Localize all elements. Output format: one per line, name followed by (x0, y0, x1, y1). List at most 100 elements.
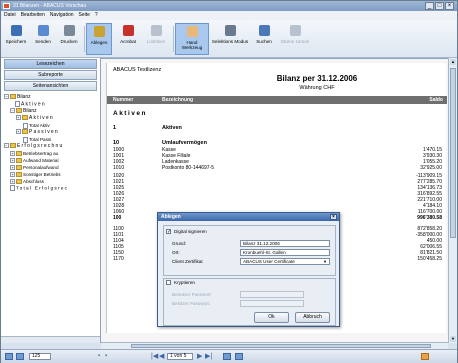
certificate-select[interactable]: ABACUS User Certificate (240, 258, 330, 265)
vertical-scrollbar[interactable]: ▲ ▼ (448, 58, 457, 343)
close-button[interactable]: × (445, 2, 454, 10)
level-back-button[interactable]: Ebene zurück (278, 23, 312, 55)
toolbar: Speichern Senden Drucken Ablegen Acrobat… (1, 20, 457, 58)
account-number: 100 (113, 215, 122, 221)
tree-node[interactable]: Total Passi (23, 136, 51, 143)
expand-icon[interactable]: + (10, 179, 15, 185)
sidebar: Lesezeichen Subreporte Seitenansichten −… (1, 58, 101, 343)
search-button[interactable]: Suchen (251, 23, 277, 55)
single-page-icon[interactable] (223, 353, 231, 360)
report-currency: Währung CHF (299, 85, 335, 91)
expand-icon[interactable]: + (10, 165, 15, 171)
tree-node[interactable]: − Erfolgsrechnu (4, 143, 63, 150)
save-icon (10, 25, 22, 36)
owner-password-label: Besitzer Passwort: (172, 301, 211, 306)
col-description: Bezeichnung (162, 97, 194, 103)
scroll-thumb[interactable] (450, 68, 456, 238)
menu-bar: Datei Bearbeiten Navigation Seite ? (1, 11, 457, 20)
horizontal-scrollbar[interactable] (101, 342, 448, 349)
tree-node[interactable]: + Betriebsertrag au (10, 150, 58, 157)
continuous-page-icon[interactable] (235, 353, 243, 360)
tree-node[interactable]: + Personalaufwand (10, 164, 59, 171)
expand-icon[interactable]: + (16, 115, 21, 121)
scroll-down-icon[interactable]: ▼ (450, 336, 456, 342)
bookmarks-tab[interactable]: Lesezeichen (4, 59, 97, 69)
zoom-in-icon[interactable]: ▪ (105, 353, 107, 359)
hand-icon (186, 26, 198, 37)
company-name: ABACUS Testlizenz (113, 67, 162, 73)
scroll-up-icon[interactable]: ▲ (450, 59, 456, 65)
hand-tool-button[interactable]: Hand Werkzeug (175, 23, 209, 55)
dialog-close-icon[interactable]: × (330, 214, 337, 220)
ok-button[interactable]: Ok (254, 312, 289, 323)
hscroll-thumb[interactable] (131, 344, 431, 348)
page-layout-icon[interactable] (5, 353, 13, 360)
col-balance: Saldo (429, 97, 443, 103)
last-page-icon[interactable]: ▶| (205, 352, 212, 360)
page-icon (23, 122, 28, 129)
collapse-icon[interactable]: − (4, 143, 9, 149)
zoom-out-icon[interactable]: ▪ (98, 353, 100, 359)
page-indicator[interactable]: 1 von 5 (167, 353, 193, 360)
menu-datei[interactable]: Datei (4, 11, 16, 20)
dialog-title: Ablegen (161, 214, 181, 220)
place-input[interactable]: Kronbuehl-St. Gallen (240, 249, 330, 256)
text-cursor-icon (224, 25, 236, 36)
place-label: Ort: (172, 250, 180, 255)
tree-node[interactable]: + Passiven (16, 129, 59, 136)
folder-icon (22, 129, 28, 135)
expand-icon[interactable]: + (10, 172, 15, 178)
subgroup-label: Umlaufvermögen (162, 140, 207, 146)
folder-icon (16, 151, 22, 157)
cancel-button[interactable]: Abbruch (295, 312, 330, 323)
owner-password-input[interactable] (240, 300, 304, 307)
file-button[interactable]: Ablegen (86, 23, 112, 55)
save-button[interactable]: Speichern (3, 23, 29, 55)
tree-node[interactable]: + Sonstiger Betriebs (10, 171, 61, 178)
tree-node[interactable]: + Aufwand Material (10, 157, 59, 164)
selection-mode-button[interactable]: Selektions Modus (211, 23, 249, 55)
subreports-tab[interactable]: Subreporte (4, 70, 97, 80)
folder-icon (16, 108, 22, 114)
menu-navigation[interactable]: Navigation (50, 11, 74, 20)
file-icon (93, 26, 105, 37)
tree-node[interactable]: Total Erfolgsrec (10, 185, 68, 192)
collapse-icon[interactable]: − (10, 108, 15, 114)
folder-icon (10, 143, 16, 149)
user-password-input[interactable] (240, 291, 304, 298)
tree-node[interactable]: − Bilanz (10, 108, 37, 115)
account-description: Postkonto 80-144697-5 (162, 165, 214, 171)
first-page-icon[interactable]: |◀ (151, 352, 158, 360)
sidebar-hscrollbar[interactable] (1, 336, 100, 343)
tree-node[interactable]: + Aktiven (16, 115, 54, 122)
menu-seite[interactable]: Seite (79, 11, 90, 20)
print-button[interactable]: Drucken (56, 23, 82, 55)
reason-input[interactable]: Bilanz 31.12.2006 (240, 240, 330, 247)
tree-node[interactable]: − Bilanz (4, 94, 31, 101)
minimize-button[interactable]: _ (425, 2, 434, 10)
back-arrow-icon (289, 25, 301, 36)
thumbnail-icon[interactable] (16, 353, 24, 360)
send-button[interactable]: Senden (30, 23, 56, 55)
prev-page-icon[interactable]: ◀ (159, 352, 164, 360)
tree-node[interactable]: + Abschluss (10, 178, 44, 185)
page-views-tab[interactable]: Seitenansichten (4, 81, 97, 91)
zoom-field[interactable]: 125 (29, 353, 51, 360)
detach-button[interactable]: Loslösen (143, 23, 169, 55)
next-page-icon[interactable]: ▶ (197, 352, 202, 360)
expand-icon[interactable]: + (16, 129, 21, 135)
chevron-down-icon[interactable]: ▼ (323, 259, 327, 264)
maximize-button[interactable]: □ (435, 2, 444, 10)
tree-node[interactable]: Total Aktiv (23, 122, 50, 129)
status-bar: 125 ▪ ▪ |◀ ◀ 1 von 5 ▶ ▶| (1, 349, 457, 363)
acrobat-button[interactable]: Acrobat (115, 23, 141, 55)
digital-sign-checkbox[interactable]: ✓ (166, 229, 171, 235)
expand-icon[interactable]: + (10, 151, 15, 157)
encrypt-checkbox[interactable] (166, 280, 171, 285)
menu-help[interactable]: ? (95, 11, 98, 20)
expand-icon[interactable]: + (10, 158, 15, 164)
detach-icon (150, 25, 162, 36)
menu-bearbeiten[interactable]: Bearbeiten (21, 11, 45, 20)
digital-sign-label: Digital signieren (174, 229, 207, 234)
collapse-icon[interactable]: − (4, 94, 9, 100)
